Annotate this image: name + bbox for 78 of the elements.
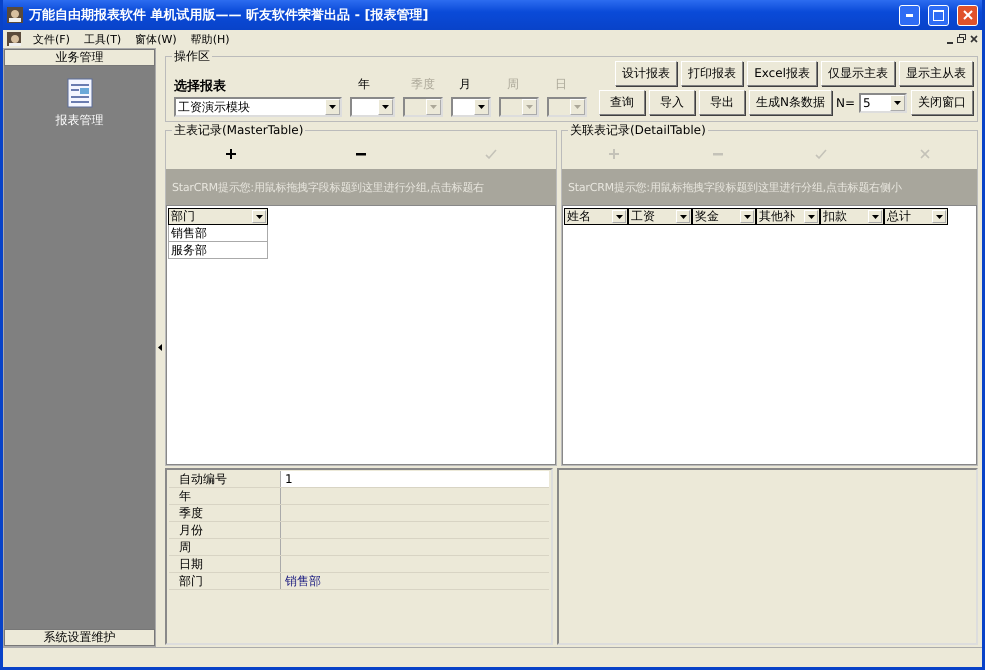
menu-item[interactable]: 窗体(W): [133, 32, 179, 46]
group-title: 操作区: [172, 48, 212, 65]
caret-icon: [329, 105, 336, 109]
caret-icon: [382, 105, 389, 109]
caret-icon: [744, 214, 750, 218]
property-label: 周: [169, 539, 281, 555]
toolbar-button[interactable]: 查询: [598, 90, 645, 115]
app-icon[interactable]: [7, 32, 21, 46]
maximize-button[interactable]: [928, 4, 949, 26]
dropdown-field[interactable]: [451, 97, 491, 117]
sidebar-header-button[interactable]: 业务管理: [4, 49, 155, 66]
report-select[interactable]: 工资演示模块: [174, 97, 342, 117]
maximize-icon: [933, 10, 944, 20]
property-label: 部门: [169, 573, 281, 589]
column-header[interactable]: 总计: [884, 208, 948, 225]
column-header[interactable]: 扣款: [820, 208, 884, 225]
close-icon: [962, 10, 972, 20]
column-header[interactable]: 奖金: [692, 208, 756, 225]
toolbar-button[interactable]: 显示主从表: [899, 61, 973, 86]
field-label: 周: [506, 76, 520, 93]
caret-icon: [574, 105, 581, 109]
field-label: 年: [357, 76, 371, 93]
window-title: 万能自由期报表软件 单机试用版—— 昕友软件荣誉出品 - [报表管理]: [29, 7, 430, 24]
toolbar-button[interactable]: Excel报表: [747, 61, 817, 86]
group-by-hint: StarCRM提示您:用鼠标拖拽字段标题到这里进行分组,点击标题右侧小: [562, 169, 977, 205]
property-label: 年: [169, 488, 281, 504]
field-label: N=: [836, 96, 855, 110]
table-cell: 服务部: [168, 242, 268, 259]
caret-icon: [680, 214, 686, 218]
collapse-arrow-icon[interactable]: [158, 344, 162, 351]
caret-icon: [936, 214, 942, 218]
property-label: 日期: [169, 556, 281, 572]
toolbar-button[interactable]: 打印报表: [681, 61, 744, 86]
toolbar-button[interactable]: 生成N条数据: [748, 90, 832, 115]
group-title: 关联表记录(DetailTable): [568, 122, 708, 139]
caret-icon: [478, 105, 485, 109]
field-label: 选择报表: [174, 78, 227, 95]
caret-icon: [256, 214, 262, 218]
close-icon[interactable]: [970, 34, 978, 44]
menu-item[interactable]: 文件(F): [31, 32, 72, 46]
report-icon[interactable]: [66, 78, 92, 108]
minimize-icon: [906, 14, 913, 16]
caret-icon: [894, 100, 901, 104]
column-header[interactable]: 部门: [168, 208, 268, 225]
field-label: 季度: [410, 76, 436, 93]
column-header[interactable]: 姓名: [564, 208, 628, 225]
minimize-button[interactable]: [899, 4, 920, 26]
field-label: 月: [458, 76, 472, 93]
group-title: 主表记录(MasterTable): [172, 122, 306, 139]
table-cell: 销售部: [168, 225, 268, 242]
caret-icon: [616, 214, 622, 218]
property-label: 月份: [169, 522, 281, 538]
menu-item[interactable]: 帮助(H): [188, 32, 232, 46]
caret-icon: [430, 105, 437, 109]
caret-icon: [526, 105, 533, 109]
menu-item[interactable]: 工具(T): [82, 32, 124, 46]
field-label: 日: [554, 76, 568, 93]
column-header[interactable]: 工资: [628, 208, 692, 225]
toolbar-button[interactable]: 仅显示主表: [821, 61, 895, 86]
toolbar-button[interactable]: 设计报表: [615, 61, 678, 86]
close-button[interactable]: [957, 4, 978, 26]
property-label: 季度: [169, 505, 281, 521]
close-window-button[interactable]: 关闭窗口: [911, 90, 973, 115]
dropdown-field[interactable]: [350, 97, 395, 117]
group-by-hint: StarCRM提示您:用鼠标拖拽字段标题到这里进行分组,点击标题右: [166, 169, 556, 205]
sidebar-item[interactable]: 报表管理: [56, 112, 104, 129]
sidebar-footer-button[interactable]: 系统设置维护: [4, 629, 155, 646]
column-header[interactable]: 其他补: [756, 208, 820, 225]
caret-icon: [872, 214, 878, 218]
restore-icon[interactable]: [957, 34, 966, 44]
app-icon: [7, 7, 23, 23]
toolbar-button[interactable]: 导出: [698, 90, 745, 115]
toolbar-button[interactable]: 导入: [648, 90, 695, 115]
caret-icon: [808, 214, 814, 218]
plus-icon[interactable]: [225, 148, 237, 160]
property-value[interactable]: 销售部: [281, 573, 549, 589]
count-select[interactable]: 5: [859, 92, 907, 112]
property-value[interactable]: 1: [281, 471, 549, 487]
